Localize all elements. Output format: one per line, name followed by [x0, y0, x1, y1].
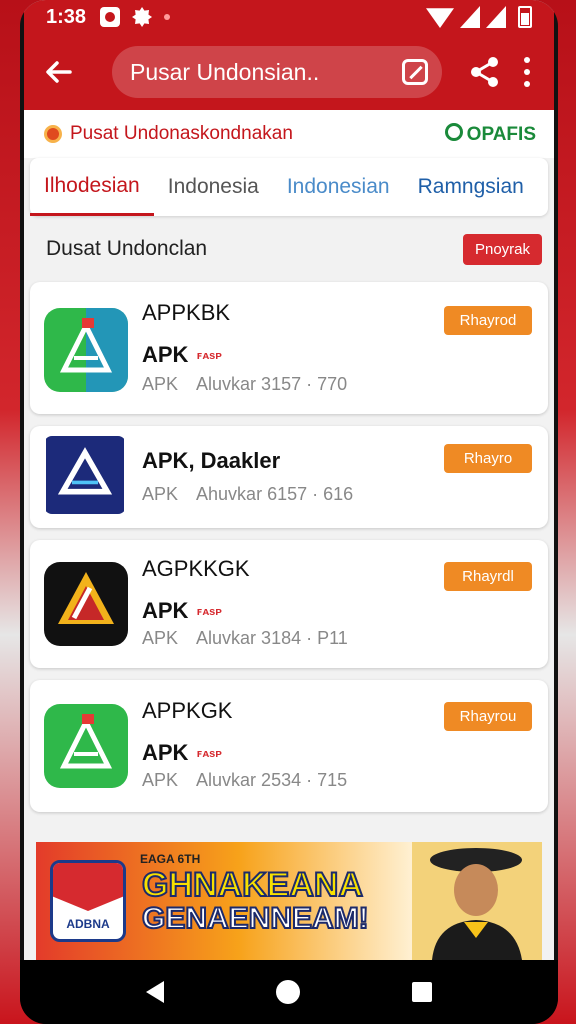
- app-meta-a: APK: [142, 628, 179, 648]
- app-meta: APK Ahuvkar 6157 · 616: [142, 484, 353, 505]
- wifi-icon: [426, 8, 454, 28]
- app-type: APK ꜰᴀsᴘ: [142, 342, 222, 368]
- back-arrow-icon[interactable]: [42, 56, 74, 88]
- tab-ramngsian[interactable]: Ramngsian: [404, 158, 538, 216]
- banner-headline: GHNAKEANA: [141, 865, 364, 905]
- phone-frame: 1:38 Pusar Undonsian.. Pusat Undonaskond…: [20, 0, 558, 1024]
- app-type: APK ꜰᴀsᴘ: [142, 598, 222, 624]
- tab-indonesian[interactable]: Indonesian: [273, 158, 404, 216]
- download-button[interactable]: Rhayrdl: [444, 562, 532, 591]
- battery-icon: [518, 6, 532, 28]
- status-time: 1:38: [46, 5, 87, 28]
- app-type-label: APK: [142, 598, 189, 623]
- green-a-icon: [44, 308, 128, 392]
- app-meta-a: APK: [142, 484, 179, 504]
- banner-logo: ADBNA: [50, 860, 126, 942]
- banner-subheadline: GENAENNEAM!: [141, 901, 370, 936]
- screen: 1:38 Pusar Undonsian.. Pusat Undonaskond…: [24, 0, 554, 960]
- app-type: APK ꜰᴀsᴘ: [142, 740, 222, 766]
- dark-a-icon: [44, 562, 128, 646]
- site-brand[interactable]: OPAFIS: [445, 123, 536, 146]
- nav-back-icon[interactable]: [146, 981, 164, 1003]
- list-item[interactable]: APPKGK APK ꜰᴀsᴘ APK Aluvkar 2534 · 715 Rha…: [30, 680, 548, 812]
- banner-person-image: [412, 842, 542, 960]
- section-button[interactable]: Pnoyrak: [462, 233, 542, 265]
- section-title: Dusat Undonclan: [46, 237, 208, 260]
- dot-icon: [164, 14, 171, 20]
- banner-logo-text: ADBNA: [66, 917, 110, 931]
- more-vert-icon[interactable]: [522, 57, 532, 87]
- site-logo-icon: [44, 125, 62, 143]
- app-badge: ꜰᴀsᴘ: [196, 350, 222, 362]
- app-meta-b: Ahuvkar 6157 · 616: [196, 484, 354, 504]
- app-meta: APK Aluvkar 3157 · 770: [142, 374, 347, 395]
- navy-a-icon: [44, 436, 126, 514]
- signal-icon: [460, 6, 480, 28]
- notification-icon: [100, 7, 121, 27]
- status-bar: 1:38: [24, 0, 554, 34]
- download-button[interactable]: Rhayrod: [444, 306, 532, 335]
- download-button[interactable]: Rhayrou: [444, 702, 532, 731]
- app-meta-b: Aluvkar 2534 · 715: [196, 770, 348, 790]
- ad-banner[interactable]: ADBNA EAGA 6TH GHNAKEANA GENAENNEAM!: [36, 842, 542, 960]
- app-meta: APK Aluvkar 3184 · P11: [142, 628, 348, 649]
- edit-icon[interactable]: [402, 59, 428, 85]
- nav-home-icon[interactable]: [276, 980, 300, 1004]
- app-type-label: APK: [142, 342, 189, 367]
- app-meta-b: Aluvkar 3157 · 770: [196, 374, 348, 394]
- signal-icon-2: [486, 6, 506, 28]
- app-name: APPKGK: [142, 698, 233, 723]
- app-badge: ꜰᴀsᴘ: [196, 606, 222, 618]
- app-meta: APK Aluvkar 2534 · 715: [142, 770, 347, 791]
- settings-notification-icon: [132, 7, 153, 27]
- url-bar[interactable]: Pusar Undonsian..: [112, 46, 442, 98]
- green-a-icon: [44, 704, 128, 788]
- app-meta-a: APK: [142, 770, 179, 790]
- app-name: AGPKKGK: [142, 556, 250, 581]
- app-meta-a: APK: [142, 374, 179, 394]
- tab-ilhodesian[interactable]: Ilhodesian: [30, 158, 154, 216]
- list-item[interactable]: APK, Daakler APK Ahuvkar 6157 · 616 Rhayr…: [30, 426, 548, 528]
- app-name: APK, Daakler: [142, 448, 281, 473]
- app-badge: ꜰᴀsᴘ: [196, 748, 222, 760]
- list-item[interactable]: AGPKKGK APK ꜰᴀsᴘ APK Aluvkar 3184 · P11 Rh…: [30, 540, 548, 668]
- status-icons: [426, 6, 532, 28]
- list-item[interactable]: APPKBK APK ꜰᴀsᴘ APK Aluvkar 3157 · 770 Rha…: [30, 282, 548, 414]
- app-type-label: APK: [142, 740, 189, 765]
- app-name: APPKBK: [142, 300, 231, 325]
- tab-indonesia[interactable]: Indonesia: [154, 158, 273, 216]
- system-nav-bar: [20, 960, 558, 1024]
- category-tabs: Ilhodesian Indonesia Indonesian Ramngsia…: [30, 158, 548, 216]
- site-title[interactable]: Pusat Undonaskondnakan: [70, 123, 293, 145]
- browser-app-bar: Pusar Undonsian..: [24, 34, 554, 110]
- section-header: Dusat Undonclan Pnoyrak: [24, 216, 554, 282]
- share-icon[interactable]: [468, 55, 502, 89]
- app-list: APPKBK APK ꜰᴀsᴘ APK Aluvkar 3157 · 770 Rha…: [24, 282, 554, 812]
- download-button[interactable]: Rhayro: [444, 444, 532, 473]
- app-meta-b: Aluvkar 3184 · P11: [196, 628, 348, 648]
- site-header: Pusat Undonaskondnakan OPAFIS: [24, 110, 554, 158]
- banner-small-text: EAGA 6TH: [140, 852, 201, 866]
- nav-recents-icon[interactable]: [412, 982, 432, 1002]
- url-text: Pusar Undonsian..: [130, 58, 320, 85]
